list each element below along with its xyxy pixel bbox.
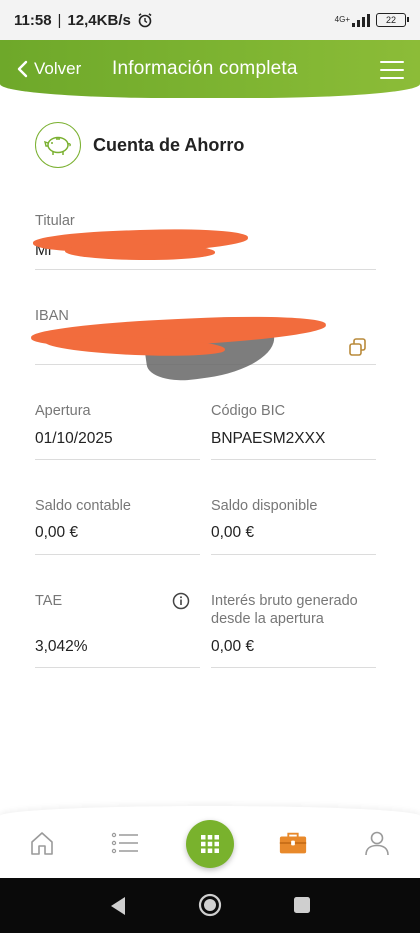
alarm-icon — [138, 13, 152, 28]
bic-field: Código BIC BNPAESM2XXX — [211, 402, 376, 460]
signal-icon — [352, 13, 370, 27]
user-icon — [365, 831, 389, 856]
holder-field: Titular Mi — [32, 212, 376, 270]
briefcase-icon — [279, 832, 307, 854]
accounting-balance-value: 0,00 € — [35, 524, 79, 541]
tae-value: 3,042% — [35, 638, 88, 655]
network-type: 4G+ — [334, 15, 350, 24]
gross-interest-value: 0,00 € — [211, 638, 255, 655]
back-button[interactable]: Volver — [16, 59, 81, 79]
holder-label: Titular — [35, 213, 75, 229]
bic-value: BNPAESM2XXX — [211, 430, 326, 447]
copy-icon[interactable] — [348, 337, 368, 357]
bottom-navigation — [0, 806, 420, 878]
opening-label: Apertura — [35, 403, 91, 419]
info-icon[interactable] — [172, 592, 190, 610]
nav-products[interactable] — [278, 828, 308, 858]
accounting-balance-label: Saldo contable — [35, 498, 131, 514]
piggy-bank-icon — [35, 122, 81, 168]
nav-profile[interactable] — [362, 828, 392, 858]
status-bar: 11:58 | 12,4KB/s 4G+ 22 — [0, 0, 420, 40]
grid-icon — [201, 835, 219, 853]
redaction-mark — [65, 244, 215, 260]
status-time: 11:58 — [14, 11, 52, 29]
network-indicator: 4G+ — [335, 13, 370, 27]
android-recents-icon[interactable] — [293, 896, 311, 914]
home-icon — [31, 832, 53, 855]
status-separator: | — [57, 11, 62, 29]
status-left: 11:58 | 12,4KB/s — [14, 12, 153, 29]
tae-field: TAE 3,042% — [35, 592, 200, 668]
gross-interest-field: Interés bruto generado desde la apertura… — [211, 592, 376, 668]
accounting-balance-field: Saldo contable 0,00 € — [35, 497, 200, 555]
bic-label: Código BIC — [211, 403, 286, 419]
available-balance-field: Saldo disponible 0,00 € — [211, 497, 376, 555]
account-heading: Cuenta de Ahorro — [35, 122, 244, 168]
android-navigation-bar — [0, 878, 420, 933]
opening-field: Apertura 01/10/2025 — [35, 402, 200, 460]
app-header: Volver Información completa — [0, 40, 420, 98]
chevron-left-icon — [17, 60, 28, 78]
gross-interest-label: Interés bruto generado desde la apertura — [211, 593, 358, 627]
list-icon — [111, 832, 138, 854]
status-right: 4G+ 22 — [335, 13, 409, 27]
account-title: Cuenta de Ahorro — [93, 134, 245, 155]
hamburger-menu-icon[interactable] — [380, 61, 404, 79]
page-title: Información completa — [112, 58, 298, 79]
status-speed: 12,4KB/s — [67, 11, 131, 29]
battery-icon: 22 — [376, 13, 409, 27]
available-balance-label: Saldo disponible — [211, 498, 318, 514]
android-back-icon[interactable] — [108, 895, 128, 917]
opening-value: 01/10/2025 — [35, 430, 113, 447]
android-home-icon[interactable] — [198, 893, 222, 917]
nav-list[interactable] — [110, 828, 140, 858]
back-label: Volver — [34, 59, 82, 78]
iban-field: IBAN — [30, 307, 376, 386]
nav-center-grid[interactable] — [186, 820, 234, 868]
nav-home[interactable] — [27, 828, 57, 858]
available-balance-value: 0,00 € — [211, 524, 255, 541]
battery-level: 22 — [385, 15, 396, 25]
